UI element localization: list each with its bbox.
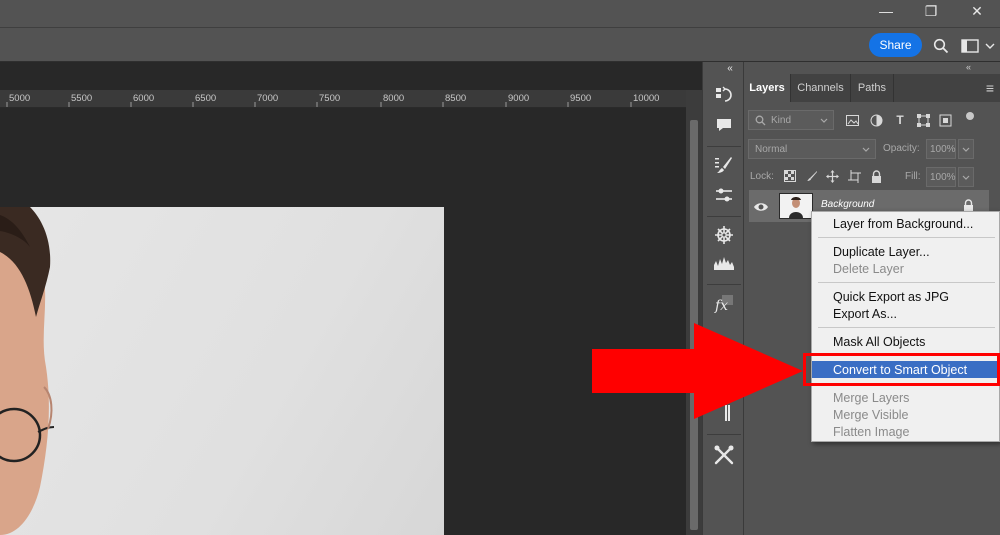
opacity-dropdown[interactable] bbox=[958, 139, 974, 159]
filter-toggle-icon[interactable] bbox=[962, 108, 978, 124]
chevron-down-icon bbox=[862, 147, 870, 152]
annotation-highlight-box bbox=[803, 353, 1000, 386]
title-bar: — ❐ ✕ bbox=[0, 0, 1000, 28]
search-icon bbox=[755, 115, 766, 126]
tool-presets-icon[interactable] bbox=[711, 442, 737, 468]
menu-item-mask-all-objects[interactable]: Mask All Objects bbox=[812, 333, 999, 350]
styles-fx-icon[interactable]: fx bbox=[711, 290, 737, 316]
fill-value: 100% bbox=[930, 171, 956, 183]
kind-label: Kind bbox=[771, 114, 792, 126]
layer-name: Background bbox=[821, 199, 875, 210]
filter-shape-icon[interactable] bbox=[915, 112, 931, 128]
divider bbox=[707, 216, 741, 217]
vertical-scrollbar[interactable] bbox=[686, 90, 702, 535]
canvas-image[interactable] bbox=[0, 207, 444, 535]
menu-item-quick-export-jpg[interactable]: Quick Export as JPG bbox=[812, 288, 999, 305]
lock-position-icon[interactable] bbox=[824, 168, 840, 184]
horizontal-ruler: 5000 5500 6000 6500 7000 7500 8000 8500 … bbox=[0, 90, 686, 108]
opacity-field[interactable]: 100% bbox=[926, 139, 956, 159]
menu-item-merge-layers: Merge Layers bbox=[833, 390, 910, 405]
fill-dropdown[interactable] bbox=[958, 167, 974, 187]
eye-icon[interactable] bbox=[753, 200, 769, 212]
chevron-down-icon[interactable] bbox=[983, 36, 997, 56]
filter-adjustment-icon[interactable] bbox=[868, 112, 884, 128]
menu-separator bbox=[818, 237, 995, 238]
divider bbox=[707, 434, 741, 435]
filter-smart-object-icon[interactable] bbox=[937, 112, 953, 128]
divider bbox=[707, 284, 741, 285]
chevron-down-icon bbox=[962, 147, 970, 152]
context-menu: Layer from Background... Duplicate Layer… bbox=[811, 211, 1000, 442]
navigator-icon[interactable] bbox=[711, 222, 737, 248]
comments-icon[interactable] bbox=[711, 112, 737, 138]
menu-item-layer-from-background[interactable]: Layer from Background... bbox=[812, 215, 999, 232]
menu-item-duplicate-layer[interactable]: Duplicate Layer... bbox=[812, 243, 999, 260]
tab-paths[interactable]: Paths bbox=[851, 74, 894, 102]
lock-pixels-icon[interactable] bbox=[804, 168, 820, 184]
fill-field[interactable]: 100% bbox=[926, 167, 956, 187]
minimize-button[interactable]: — bbox=[863, 0, 909, 22]
layer-thumbnail bbox=[779, 193, 813, 219]
lock-all-icon[interactable] bbox=[868, 168, 884, 184]
blend-mode-value: Normal bbox=[755, 143, 788, 155]
maximize-button[interactable]: ❐ bbox=[908, 0, 954, 22]
svg-text:fx: fx bbox=[714, 298, 728, 313]
collapse-icon[interactable]: « bbox=[723, 62, 737, 74]
adjustments-icon[interactable] bbox=[711, 182, 737, 208]
chevron-down-icon bbox=[820, 118, 828, 123]
fill-label: Fill: bbox=[905, 171, 921, 182]
portrait-photo bbox=[0, 207, 55, 535]
lock-transparent-icon[interactable] bbox=[782, 168, 798, 184]
panel-menu-icon[interactable]: ≡ bbox=[980, 74, 1000, 102]
history-icon[interactable] bbox=[711, 82, 737, 108]
brush-settings-icon[interactable] bbox=[711, 152, 737, 178]
tab-channels[interactable]: Channels bbox=[791, 74, 851, 102]
tab-layers[interactable]: Layers bbox=[744, 74, 791, 102]
menu-item-merge-visible: Merge Visible bbox=[833, 407, 909, 422]
panel-tool-strip: « fx bbox=[702, 62, 744, 535]
blend-mode-select[interactable]: Normal bbox=[748, 139, 876, 159]
share-button[interactable]: Share bbox=[869, 33, 922, 57]
document-area[interactable]: 5000 5500 6000 6500 7000 7500 8000 8500 … bbox=[0, 62, 702, 535]
panel-tabs: Layers Channels Paths ≡ bbox=[744, 74, 1000, 102]
histogram-icon[interactable] bbox=[711, 250, 737, 276]
chevron-down-icon bbox=[962, 175, 970, 180]
menu-item-flatten-image: Flatten Image bbox=[833, 424, 910, 439]
ruler-ticks bbox=[6, 102, 632, 107]
search-icon[interactable] bbox=[931, 36, 951, 56]
lock-artboard-icon[interactable] bbox=[846, 168, 862, 184]
menu-item-export-as[interactable]: Export As... bbox=[812, 305, 999, 322]
menu-separator bbox=[818, 327, 995, 328]
workspace-icon[interactable] bbox=[960, 36, 980, 56]
lock-label: Lock: bbox=[750, 171, 774, 182]
menu-separator bbox=[818, 282, 995, 283]
opacity-value: 100% bbox=[930, 143, 956, 155]
annotation-arrow bbox=[592, 323, 803, 419]
close-button[interactable]: ✕ bbox=[954, 0, 1000, 22]
options-bar: Share bbox=[0, 28, 1000, 62]
kind-filter[interactable]: Kind bbox=[748, 110, 834, 130]
divider bbox=[707, 146, 741, 147]
filter-pixel-icon[interactable] bbox=[844, 112, 860, 128]
opacity-label: Opacity: bbox=[883, 143, 920, 154]
collapse-panels-icon[interactable]: « bbox=[966, 62, 976, 74]
filter-type-icon[interactable]: T bbox=[892, 112, 908, 128]
menu-item-delete-layer: Delete Layer bbox=[833, 261, 904, 276]
